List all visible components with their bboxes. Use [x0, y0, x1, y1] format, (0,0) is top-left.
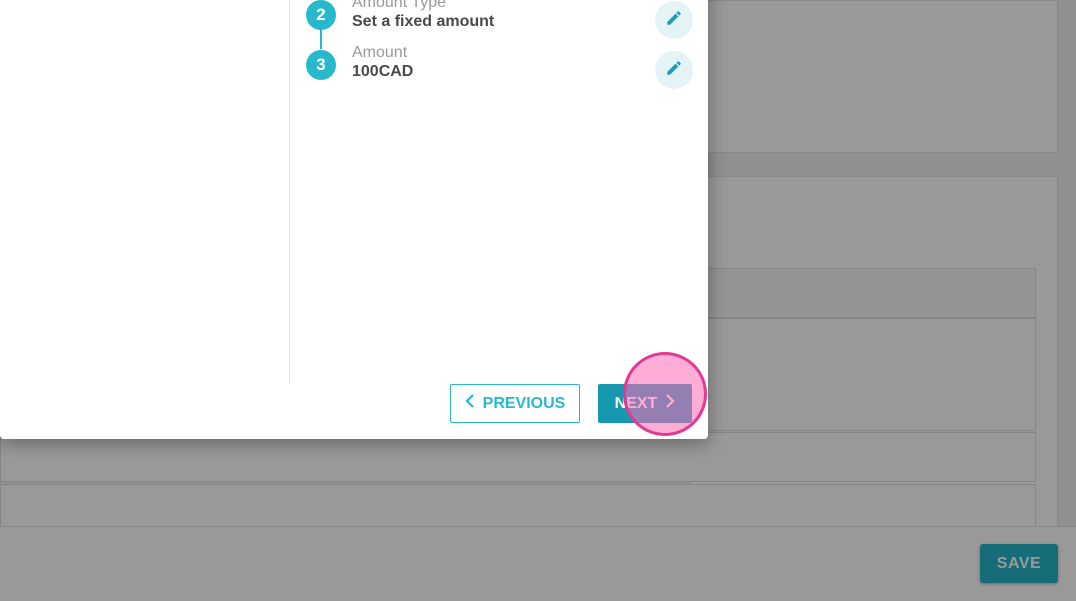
- modal-column-divider: [289, 0, 290, 384]
- next-button[interactable]: NEXT: [598, 384, 692, 423]
- step-value: Set a fixed amount: [352, 13, 495, 30]
- next-button-label: NEXT: [614, 394, 658, 412]
- chevron-right-icon: [665, 394, 675, 413]
- step-number-badge: 2: [306, 0, 336, 30]
- previous-button[interactable]: PREVIOUS: [450, 384, 580, 423]
- pencil-icon: [665, 59, 683, 82]
- step-label: Amount Type: [352, 0, 446, 11]
- chevron-left-icon: [465, 394, 475, 413]
- edit-amount-type-button[interactable]: [655, 1, 693, 39]
- edit-amount-button[interactable]: [655, 51, 693, 89]
- pencil-icon: [665, 9, 683, 32]
- previous-button-label: PREVIOUS: [482, 394, 566, 412]
- step-connector-line: [320, 29, 322, 49]
- step-label: Amount: [352, 44, 408, 61]
- step-number-badge: 3: [306, 50, 336, 80]
- step-value: 100CAD: [352, 63, 414, 80]
